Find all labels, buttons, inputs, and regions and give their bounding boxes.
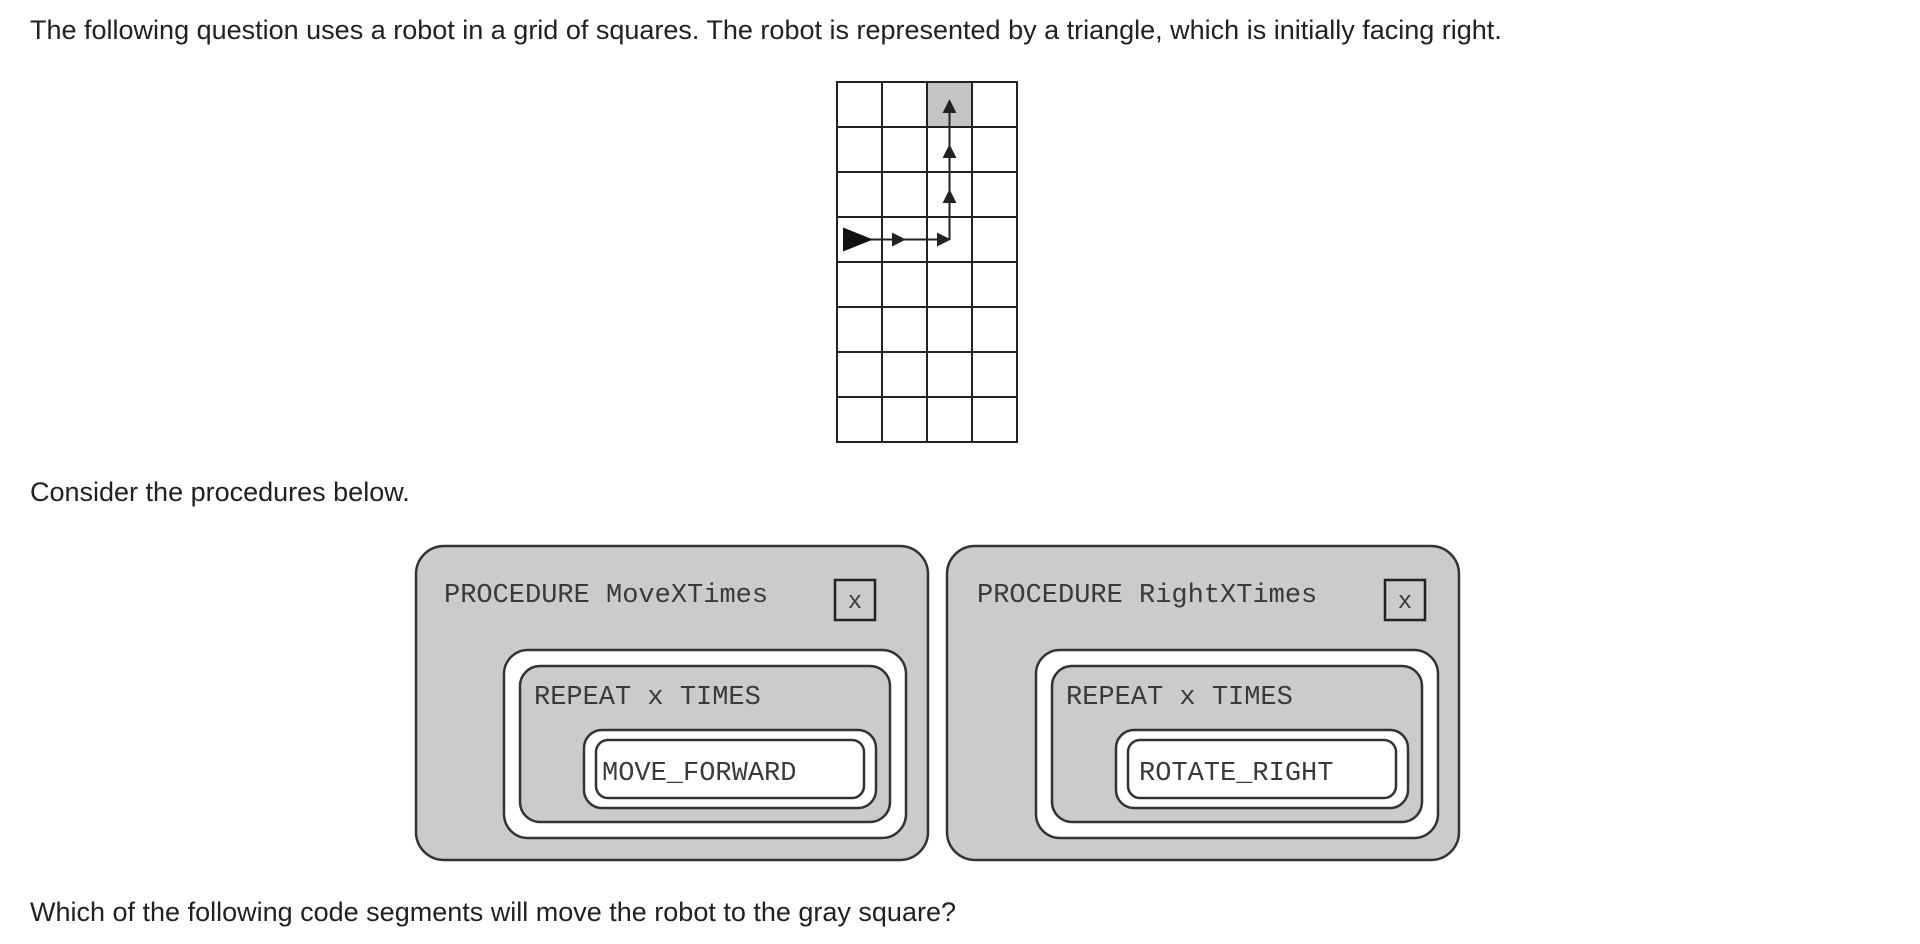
grid-cell: [971, 396, 1018, 443]
grid-cell: [926, 306, 973, 353]
command-label: MOVE_FORWARD: [602, 759, 796, 789]
procedure-rightxtimes-block: PROCEDURE RightXTimes x REPEAT x TIMES R…: [945, 544, 1461, 862]
grid-cell: [971, 306, 1018, 353]
grid-cell: [881, 351, 928, 398]
grid-cell: [836, 351, 883, 398]
grid-cell: [971, 351, 1018, 398]
grid-cell: [926, 261, 973, 308]
grid-cell: [836, 261, 883, 308]
consider-text: Consider the procedures below.: [30, 477, 410, 507]
grid-cell: [836, 396, 883, 443]
grid-cell: [881, 81, 928, 128]
grid-cell: [881, 396, 928, 443]
procedure-header: PROCEDURE MoveXTimes: [444, 581, 768, 611]
question-text: Which of the following code segments wil…: [30, 897, 956, 927]
grid-cell: [881, 126, 928, 173]
grid-cell: [881, 261, 928, 308]
parameter-label: x: [1398, 589, 1412, 616]
grid-cell: [971, 81, 1018, 128]
grid-cell: [881, 306, 928, 353]
intro-text: The following question uses a robot in a…: [30, 15, 1502, 45]
grid-cell: [836, 81, 883, 128]
grid-cell: [836, 126, 883, 173]
grid-cell: [971, 216, 1018, 263]
procedure-header: PROCEDURE RightXTimes: [977, 581, 1317, 611]
grid-cell: [836, 306, 883, 353]
grid-cell: [836, 171, 883, 218]
grid-cell: [926, 351, 973, 398]
grid-cell: [926, 396, 973, 443]
parameter-label: x: [848, 589, 862, 616]
repeat-label: REPEAT x TIMES: [534, 683, 761, 713]
grid-cell: [971, 171, 1018, 218]
command-label: ROTATE_RIGHT: [1139, 759, 1333, 789]
repeat-label: REPEAT x TIMES: [1066, 683, 1293, 713]
procedure-movextimes-block: PROCEDURE MoveXTimes x REPEAT x TIMES MO…: [414, 544, 930, 862]
grid-cell: [971, 126, 1018, 173]
grid-cell: [971, 261, 1018, 308]
robot-grid-figure: [836, 81, 1018, 443]
grid-cell: [881, 171, 928, 218]
